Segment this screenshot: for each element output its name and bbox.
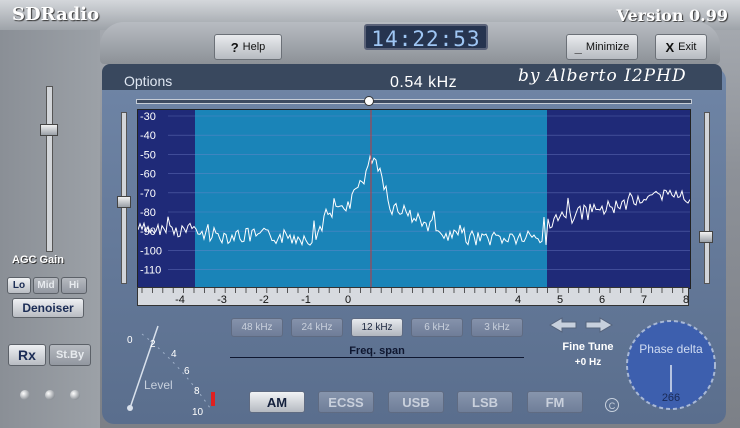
spectrum-left-handle[interactable]: [117, 196, 131, 208]
db-tick-label: -60: [140, 169, 156, 181]
rx-button[interactable]: Rx: [8, 344, 46, 366]
fine-tune-right-icon: [585, 317, 613, 333]
db-tick-label: -30: [140, 111, 156, 123]
frequency-scale-svg: -4 -3 -2 -1 0 4 5 6 7 8: [141, 288, 689, 306]
freq-tick-label: 8: [683, 294, 689, 306]
frequency-scale: -4 -3 -2 -1 0 4 5 6 7 8: [137, 287, 689, 306]
level-needle-pivot: [127, 405, 133, 411]
copyright-icon: C: [605, 398, 619, 412]
exit-icon: X: [665, 39, 675, 55]
minimize-icon: _: [574, 39, 582, 55]
freq-tick-label: -4: [175, 294, 185, 306]
mode-am-button[interactable]: AM: [249, 391, 305, 413]
phase-delta-label: Phase delta: [639, 342, 703, 356]
agc-hi-button[interactable]: Hi: [61, 277, 87, 294]
clock-display: 14:22:53: [364, 24, 488, 51]
spectrum-display[interactable]: -30 -40 -50 -60 -70 -80 -90 -100 -110: [137, 109, 691, 289]
level-tick: 4: [171, 349, 177, 360]
db-tick-label: -40: [140, 130, 156, 142]
spectrum-right-slider[interactable]: [704, 112, 710, 284]
minimize-label: Minimize: [585, 41, 630, 53]
db-tick-label: -50: [140, 149, 156, 161]
db-tick-label: -90: [140, 226, 156, 238]
freq-tick-label: -2: [259, 294, 269, 306]
agc-gain-slider[interactable]: [46, 86, 53, 252]
exit-button[interactable]: X Exit: [655, 34, 707, 60]
options-menu[interactable]: Options: [124, 73, 172, 89]
span-3khz-button[interactable]: 3 kHz: [471, 318, 523, 337]
db-tick-label: -80: [140, 207, 156, 219]
span-12khz-button[interactable]: 12 kHz: [351, 318, 403, 337]
span-48khz-button[interactable]: 48 kHz: [231, 318, 283, 337]
fine-tune-left-icon: [549, 317, 577, 333]
level-peak-indicator: [211, 392, 215, 406]
fine-tune-label: Fine Tune: [562, 341, 614, 353]
author-credit: by Alberto I2PHD: [518, 66, 687, 86]
indicator-light: [70, 390, 80, 400]
indicator-light: [45, 390, 55, 400]
level-tick: 0: [127, 335, 133, 346]
tuning-bar[interactable]: [136, 99, 692, 104]
level-meter: [127, 325, 215, 411]
level-tick: 2: [150, 339, 156, 350]
agc-gain-label: AGC Gain: [12, 254, 64, 266]
minimize-button[interactable]: _ Minimize: [566, 34, 638, 60]
db-tick-label: -100: [140, 245, 162, 257]
freq-tick-label: 5: [557, 294, 563, 306]
freq-tick-label: 0: [345, 294, 351, 306]
agc-lo-button[interactable]: Lo: [7, 277, 31, 294]
level-tick: 10: [192, 407, 204, 418]
exit-label: Exit: [678, 41, 697, 53]
fine-tune-value: +0 Hz: [574, 357, 602, 368]
freq-tick-label: 6: [599, 294, 605, 306]
db-tick-label: -70: [140, 188, 156, 200]
mode-fm-button[interactable]: FM: [527, 391, 583, 413]
indicator-light: [20, 390, 30, 400]
mode-lsb-button[interactable]: LSB: [457, 391, 513, 413]
agc-gain-handle[interactable]: [40, 124, 58, 136]
help-button[interactable]: ? Help: [214, 34, 282, 60]
level-label: Level: [144, 378, 173, 392]
spectrum-right-handle[interactable]: [699, 231, 713, 243]
mode-usb-button[interactable]: USB: [388, 391, 444, 413]
phase-delta-value: 266: [661, 392, 681, 404]
app-title: SDRadio: [12, 4, 100, 25]
mode-ecss-button[interactable]: ECSS: [318, 391, 374, 413]
agc-mid-button[interactable]: Mid: [33, 277, 59, 294]
level-tick: 8: [194, 386, 200, 397]
level-tick: 6: [184, 366, 190, 377]
spectrum-plot: -30 -40 -50 -60 -70 -80 -90 -100 -110: [138, 110, 690, 288]
db-tick-label: -110: [140, 265, 161, 277]
denoiser-button[interactable]: Denoiser: [12, 298, 84, 318]
span-24khz-button[interactable]: 24 kHz: [291, 318, 343, 337]
freq-tick-label: 7: [641, 294, 647, 306]
freq-tick-label: -1: [301, 294, 311, 306]
fine-tune-arrows: [549, 317, 613, 333]
span-6khz-button[interactable]: 6 kHz: [411, 318, 463, 337]
freq-tick-label: -3: [217, 294, 227, 306]
freq-tick-label: 4: [515, 294, 521, 306]
tuning-knob[interactable]: [364, 96, 374, 106]
freq-span-label: Freq. span: [230, 345, 524, 358]
center-frequency: 0.54 kHz: [390, 74, 458, 91]
standby-button[interactable]: St.By: [49, 344, 91, 366]
help-label: Help: [242, 41, 266, 53]
help-icon: ?: [230, 39, 239, 55]
